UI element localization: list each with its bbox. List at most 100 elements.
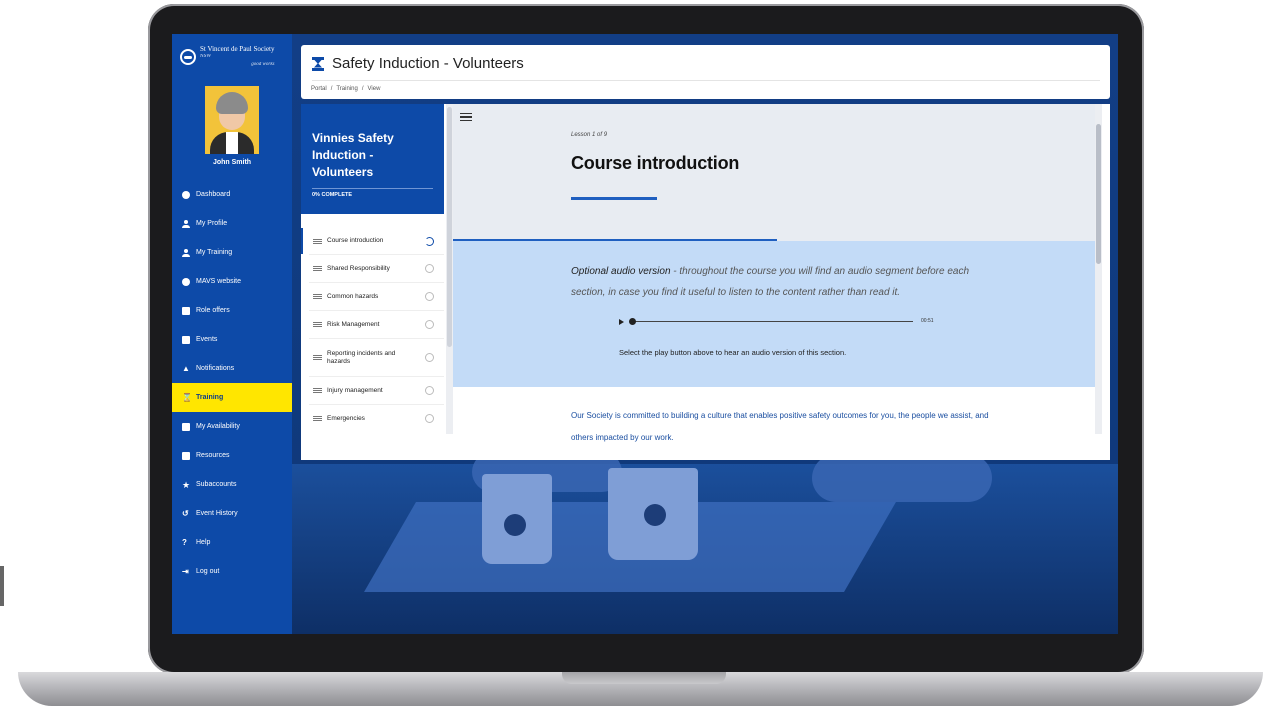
lesson-item-course-introduction[interactable]: Course introduction bbox=[301, 228, 444, 254]
lesson-item-risk-management[interactable]: Risk Management bbox=[301, 311, 444, 338]
lesson-item-common-hazards[interactable]: Common hazards bbox=[301, 283, 444, 310]
laptop-notch bbox=[562, 672, 726, 684]
page-header: Safety Induction - Volunteers Portal / T… bbox=[301, 45, 1110, 99]
sidebar-item-label: Help bbox=[196, 539, 211, 546]
lesson-count: Lesson 1 of 9 bbox=[571, 132, 608, 138]
lesson-icon bbox=[313, 355, 322, 360]
sidebar-item-label: Events bbox=[196, 336, 218, 343]
question-icon: ? bbox=[182, 537, 187, 547]
sidebar-item-log-out[interactable]: ⇥ Log out bbox=[172, 557, 292, 586]
lesson-status-icon bbox=[425, 320, 434, 329]
sidebar-item-dashboard[interactable]: Dashboard bbox=[172, 180, 292, 209]
course-header: Vinnies Safety Induction - Volunteers 0%… bbox=[301, 104, 444, 214]
sidebar-item-role-offers[interactable]: Role offers bbox=[172, 296, 292, 325]
outline-scrollbar[interactable] bbox=[446, 104, 453, 434]
briefcase-icon bbox=[182, 306, 190, 315]
calendar-check-icon bbox=[182, 422, 190, 431]
logo-text: St Vincent de Paul Society NSW good work… bbox=[200, 45, 275, 69]
lesson-title: Course introduction bbox=[571, 153, 740, 173]
user-icon bbox=[182, 219, 190, 228]
audio-hint: Select the play button above to hear an … bbox=[619, 348, 847, 357]
sidebar-item-mavs-website[interactable]: MAVS website bbox=[172, 267, 292, 296]
breadcrumb: Portal / Training / View bbox=[311, 86, 380, 92]
edge-artifact bbox=[0, 566, 4, 606]
audio-seek-handle[interactable] bbox=[629, 318, 636, 325]
lesson-status-icon bbox=[425, 414, 434, 423]
course-progress-bar bbox=[312, 188, 433, 189]
lesson-icon bbox=[313, 416, 322, 421]
sidebar-item-label: MAVS website bbox=[196, 278, 241, 285]
globe-icon bbox=[182, 277, 190, 286]
bell-icon: ▲ bbox=[182, 363, 190, 373]
sidebar-item-label: Dashboard bbox=[196, 191, 231, 198]
divider bbox=[312, 80, 1100, 81]
lesson-status-icon bbox=[425, 236, 434, 246]
lesson-label: Common hazards bbox=[327, 292, 379, 300]
background-cup bbox=[482, 474, 552, 564]
star-icon: ★ bbox=[182, 479, 191, 490]
lesson-status-icon bbox=[425, 353, 434, 362]
sidebar-item-training[interactable]: ⌛ Training bbox=[172, 383, 292, 412]
sidebar-item-events[interactable]: Events bbox=[172, 325, 292, 354]
screen: St Vincent de Paul Society NSW good work… bbox=[172, 34, 1118, 634]
logout-icon: ⇥ bbox=[182, 566, 189, 576]
sidebar-item-my-availability[interactable]: My Availability bbox=[172, 412, 292, 441]
calendar-icon bbox=[182, 335, 190, 344]
lesson-header: Lesson 1 of 9 Course introduction bbox=[453, 104, 1102, 241]
logo-icon bbox=[180, 49, 196, 65]
content-scrollbar[interactable] bbox=[1095, 104, 1102, 434]
sidebar-item-my-profile[interactable]: My Profile bbox=[172, 209, 292, 238]
menu-icon[interactable] bbox=[460, 113, 472, 121]
lesson-label: Course introduction bbox=[327, 237, 384, 244]
breadcrumb-training[interactable]: Training bbox=[336, 86, 357, 92]
lesson-list: Course introduction Shared Responsibilit… bbox=[301, 228, 444, 432]
user-name: John Smith bbox=[212, 159, 252, 166]
lesson-icon bbox=[313, 322, 322, 327]
lesson-item-injury-management[interactable]: Injury management bbox=[301, 377, 444, 404]
audio-seek-bar[interactable] bbox=[635, 321, 913, 322]
lesson-item-emergencies[interactable]: Emergencies bbox=[301, 405, 444, 432]
sidebar-item-my-training[interactable]: My Training bbox=[172, 238, 292, 267]
hourglass-icon bbox=[312, 56, 324, 71]
page-title-text: Safety Induction - Volunteers bbox=[332, 55, 524, 72]
logo[interactable]: St Vincent de Paul Society NSW good work… bbox=[180, 45, 286, 69]
sidebar-item-event-history[interactable]: ↺ Event History bbox=[172, 499, 292, 528]
lesson-label: Reporting incidents and hazards bbox=[327, 349, 396, 365]
sidebar-item-resources[interactable]: Resources bbox=[172, 441, 292, 470]
lesson-icon bbox=[313, 388, 322, 393]
audio-section: Optional audio version - throughout the … bbox=[453, 241, 1102, 387]
background-hand bbox=[812, 454, 992, 502]
sidebar-item-label: My Profile bbox=[196, 220, 228, 227]
audio-duration: 00:51 bbox=[921, 318, 934, 324]
hourglass-icon: ⌛ bbox=[182, 392, 192, 402]
dashboard-icon bbox=[182, 190, 190, 199]
lesson-status-icon bbox=[425, 264, 434, 273]
breadcrumb-portal[interactable]: Portal bbox=[311, 86, 327, 92]
sidebar-item-label: My Training bbox=[196, 249, 233, 256]
lesson-label: Injury management bbox=[327, 386, 383, 394]
sidebar: St Vincent de Paul Society NSW good work… bbox=[172, 34, 292, 634]
lesson-item-shared-responsibility[interactable]: Shared Responsibility bbox=[301, 255, 444, 282]
play-icon[interactable] bbox=[619, 319, 624, 325]
lesson-icon bbox=[313, 266, 322, 271]
sidebar-item-label: My Availability bbox=[196, 423, 240, 430]
sidebar-item-label: Log out bbox=[196, 568, 220, 575]
sidebar-item-subaccounts[interactable]: ★ Subaccounts bbox=[172, 470, 292, 499]
lesson-item-reporting-incidents[interactable]: Reporting incidents and hazards bbox=[301, 339, 444, 376]
sidebar-item-help[interactable]: ? Help bbox=[172, 528, 292, 557]
sidebar-item-notifications[interactable]: ▲ Notifications bbox=[172, 354, 292, 383]
lesson-label: Risk Management bbox=[327, 320, 380, 328]
sidebar-item-label: Role offers bbox=[196, 307, 230, 314]
lesson-icon bbox=[313, 294, 322, 299]
sidebar-item-label: Training bbox=[196, 394, 224, 401]
lesson-status-icon bbox=[425, 292, 434, 301]
lesson-status-icon bbox=[425, 386, 434, 395]
background-cup bbox=[608, 468, 698, 560]
sidebar-item-label: Resources bbox=[196, 452, 230, 459]
avatar[interactable] bbox=[205, 86, 259, 154]
lesson-content: Lesson 1 of 9 Course introduction Option… bbox=[453, 104, 1102, 460]
page-title: Safety Induction - Volunteers bbox=[312, 55, 524, 72]
brand-tagline: good works bbox=[251, 62, 275, 67]
course-progress-text: 0% COMPLETE bbox=[312, 192, 353, 198]
title-underline bbox=[571, 197, 657, 200]
